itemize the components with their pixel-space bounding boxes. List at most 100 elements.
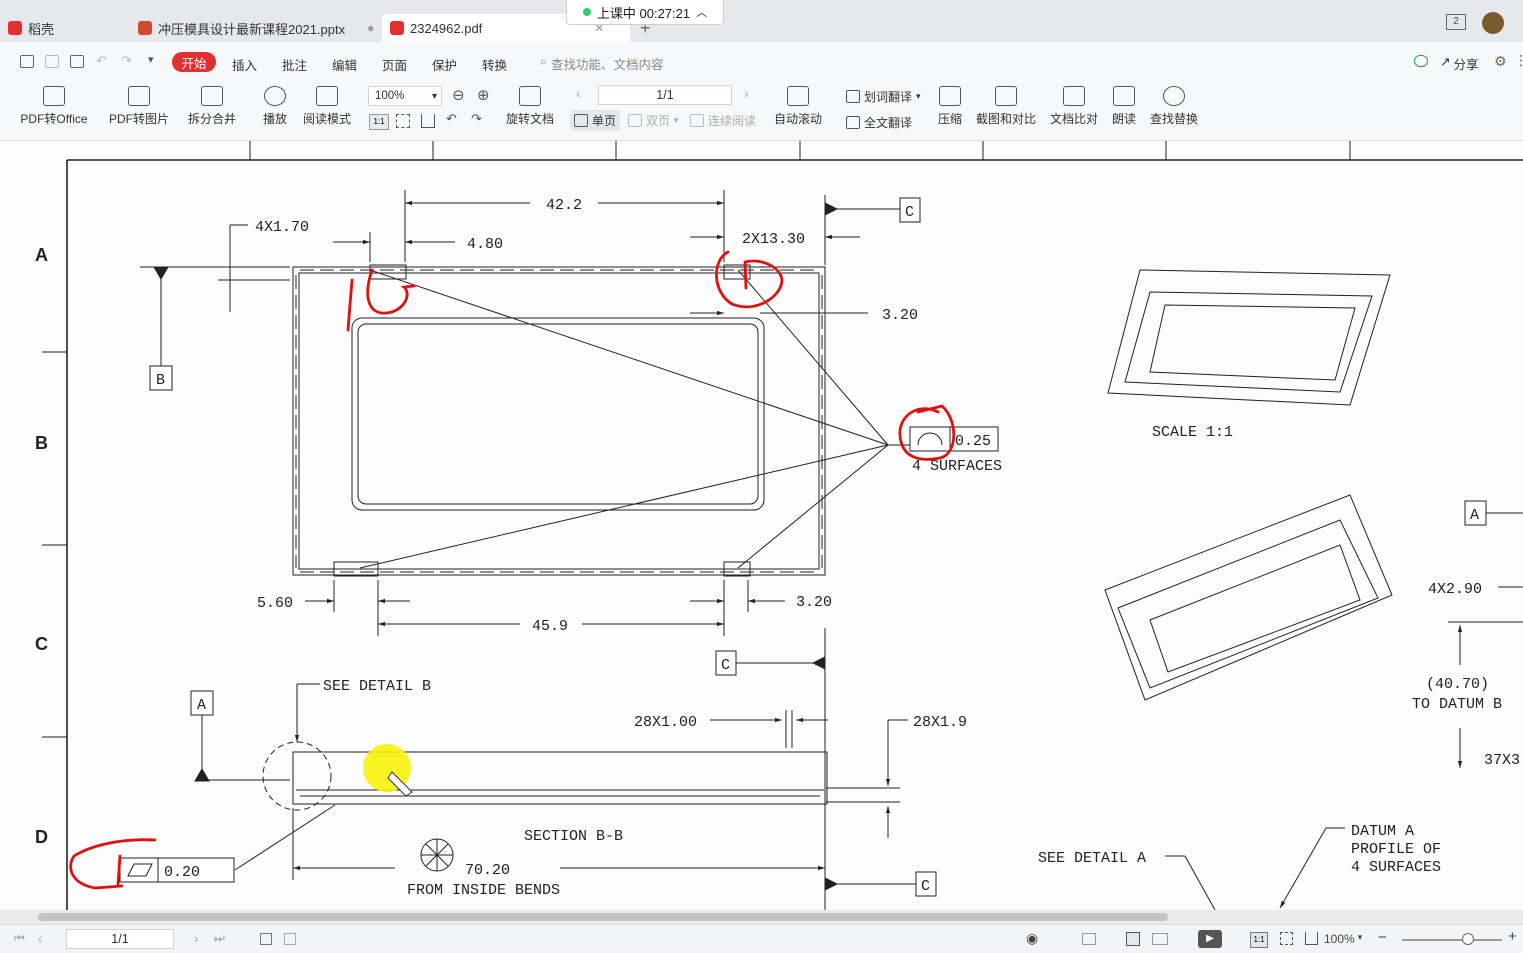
full-translate-button[interactable]: 全文翻译 — [846, 114, 912, 131]
find-replace-button[interactable]: 查找替换 — [1148, 86, 1200, 127]
pdf-to-image-button[interactable]: PDF转图片 — [107, 86, 171, 127]
single-page-view-icon[interactable] — [1126, 932, 1140, 946]
fit-width-icon[interactable] — [1305, 932, 1318, 945]
dim-0-20: 0.20 — [164, 864, 200, 881]
search-bar[interactable]: ⌕ 查找功能、文档内容 — [540, 54, 664, 73]
scrollbar-thumb[interactable] — [38, 913, 1168, 921]
next-page-icon[interactable]: › — [744, 85, 749, 101]
zoom-out-icon[interactable]: ⊖ — [452, 86, 465, 104]
rotate-doc-button[interactable]: 旋转文档 — [502, 86, 558, 127]
settings-icon[interactable]: ⚙ — [1494, 53, 1507, 70]
fit-page-icon[interactable] — [1280, 932, 1293, 945]
zoom-value: 100% — [375, 90, 405, 102]
menu-insert[interactable]: 插入 — [232, 55, 257, 74]
actual-size-icon[interactable]: 1:1 — [1250, 932, 1268, 948]
tab-label: 2324962.pdf — [410, 20, 483, 36]
read-aloud-button[interactable]: 朗读 — [1108, 86, 1140, 127]
zoom-dropdown[interactable]: 100% ▾ — [1324, 932, 1362, 946]
eye-protect-icon[interactable]: ◉ — [1026, 930, 1038, 947]
menu-edit[interactable]: 编辑 — [332, 55, 357, 74]
share-button[interactable]: ↗ 分享 — [1440, 54, 1479, 73]
chevron-down-icon: ▾ — [1357, 932, 1363, 942]
zoom-slider-thumb[interactable] — [1462, 933, 1474, 945]
note-from-inside-bends: FROM INSIDE BENDS — [407, 882, 560, 899]
avatar[interactable] — [1482, 12, 1504, 34]
play-icon[interactable]: ▶ — [1198, 930, 1222, 948]
menu-convert[interactable]: 转换 — [482, 55, 507, 74]
cloud-sync-icon[interactable] — [1414, 55, 1428, 67]
pdf-icon — [390, 21, 404, 35]
dim-37x3: 37X3 — [1484, 752, 1520, 769]
chevron-up-icon[interactable]: ︿ — [696, 4, 707, 20]
button-label: 文档比对 — [1049, 112, 1098, 126]
fit-width-icon[interactable] — [421, 114, 435, 128]
first-page-icon[interactable]: ⏮ — [14, 931, 25, 946]
zoom-select[interactable]: 100% ▾ — [368, 86, 442, 106]
menu-annotate[interactable]: 批注 — [282, 55, 307, 74]
compress-icon — [939, 86, 961, 106]
pdf-to-office-button[interactable]: PDF转Office — [14, 86, 94, 127]
button-label: 压缩 — [937, 112, 962, 126]
zoom-plus-icon[interactable]: + — [1508, 928, 1517, 945]
dim-0-25: 0.25 — [955, 433, 991, 450]
menu-start[interactable]: 开始 — [172, 52, 216, 72]
dim-42-2: 42.2 — [546, 197, 582, 214]
dim-3-20-b: 3.20 — [796, 594, 832, 611]
redo-icon[interactable]: ↷ — [121, 53, 132, 69]
nav-forward-icon[interactable] — [284, 933, 296, 945]
dim-40-70: (40.70) — [1426, 676, 1489, 693]
translate-icon — [846, 90, 860, 103]
button-label: 单页 — [592, 114, 617, 128]
more-icon[interactable]: ⋮ — [1514, 52, 1523, 69]
compress-button[interactable]: 压缩 — [934, 86, 966, 127]
zoom-minus-icon[interactable]: − — [1378, 929, 1387, 946]
ppt-icon — [138, 21, 152, 35]
page-number-input[interactable]: 1/1 — [598, 85, 732, 105]
menu-protect[interactable]: 保护 — [432, 55, 457, 74]
double-page-button[interactable]: 双页 ▾ — [628, 112, 679, 129]
tab-dot-icon[interactable]: ● — [367, 21, 374, 35]
button-label: 朗读 — [1111, 112, 1136, 126]
last-page-icon[interactable]: ⏭ — [214, 931, 225, 946]
datum-c-mid: C — [721, 657, 730, 674]
dim-3-20-a: 3.20 — [882, 307, 918, 324]
tab-daoke[interactable]: 稻壳 — [8, 14, 126, 42]
play-button[interactable]: 播放 — [258, 86, 292, 127]
rotate-left-icon[interactable]: ↶ — [446, 111, 457, 127]
continuous-view-icon[interactable] — [1082, 933, 1096, 945]
split-merge-button[interactable]: 拆分合并 — [182, 86, 242, 127]
tab-pptx[interactable]: 冲压模具设计最新课程2021.pptx ● — [130, 14, 376, 42]
nav-back-icon[interactable] — [260, 933, 272, 945]
continuous-read-button[interactable]: 连续阅读 — [690, 112, 756, 129]
single-page-button[interactable]: 单页 — [570, 110, 621, 131]
play-icon — [264, 86, 286, 106]
undo-icon[interactable]: ↶ — [96, 53, 107, 69]
pdf-to-office-icon — [43, 86, 65, 106]
next-page-icon[interactable]: › — [194, 930, 199, 946]
zoom-slider-track[interactable] — [1402, 939, 1502, 941]
prev-page-icon[interactable]: ‹ — [38, 930, 43, 946]
recording-status[interactable]: 上课中 00:27:21 ︿ — [566, 0, 724, 25]
read-mode-button[interactable]: 阅读模式 — [300, 86, 354, 127]
zone-label-c: C — [35, 634, 48, 654]
print-icon[interactable] — [70, 55, 84, 68]
doc-compare-button[interactable]: 文档比对 — [1048, 86, 1100, 127]
engineering-drawing: A B C D 42.2 4X1.70 4.80 2X13.30 3.20 0.… — [35, 141, 1523, 910]
actual-size-icon[interactable]: 1:1 — [369, 114, 389, 130]
chevron-down-icon[interactable]: ▾ — [148, 53, 154, 66]
double-page-view-icon[interactable] — [1152, 933, 1168, 945]
status-page-input[interactable]: 1/1 — [66, 929, 174, 949]
button-label: 双页 — [646, 114, 671, 128]
screenshot-compare-button[interactable]: 截图和对比 — [974, 86, 1038, 127]
prev-page-icon[interactable]: ‹ — [576, 85, 581, 101]
datum-c-bottom: C — [921, 878, 930, 895]
rotate-right-icon[interactable]: ↷ — [471, 111, 482, 127]
menu-page[interactable]: 页面 — [382, 55, 407, 74]
save-icon[interactable] — [45, 55, 59, 68]
word-translate-button[interactable]: 划词翻译 ▾ — [846, 88, 921, 105]
zoom-in-icon[interactable]: ⊕ — [477, 86, 490, 104]
open-folder-icon[interactable] — [20, 55, 34, 68]
auto-scroll-button[interactable]: 自动滚动 — [768, 86, 828, 127]
window-count-badge[interactable]: 2 — [1446, 14, 1466, 30]
fit-page-icon[interactable] — [396, 114, 410, 128]
